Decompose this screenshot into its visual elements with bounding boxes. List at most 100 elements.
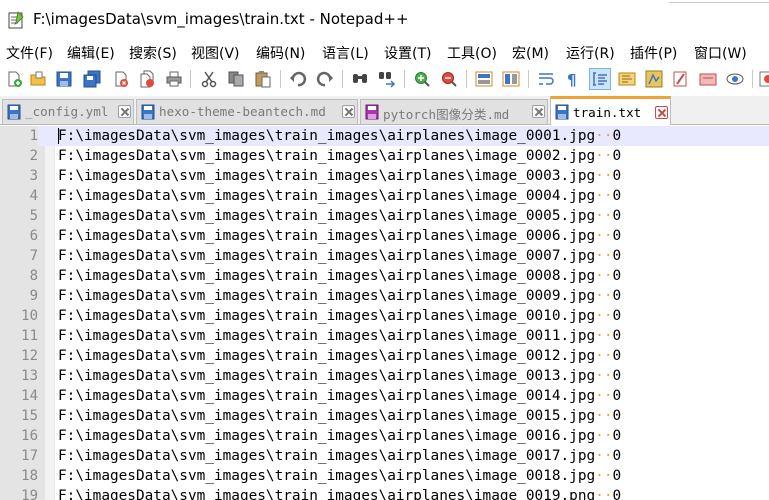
toolbar-separator (752, 70, 753, 88)
paste-icon[interactable] (252, 68, 274, 90)
editor-line[interactable]: 16 F:\imagesData\svm_images\train_images\… (0, 426, 769, 446)
line-text[interactable]: F:\imagesData\svm_images\train_images\ai… (58, 246, 621, 266)
line-text[interactable]: F:\imagesData\svm_images\train_images\ai… (58, 266, 621, 286)
show-all-chars-icon[interactable]: ¶ (562, 68, 584, 90)
editor-line[interactable]: 11 F:\imagesData\svm_images\train_images\… (0, 326, 769, 346)
saved-file-icon (7, 104, 21, 120)
menu-language[interactable]: 语言(L) (322, 43, 369, 63)
menu-run[interactable]: 运行(R) (566, 43, 615, 63)
line-text[interactable]: F:\imagesData\svm_images\train_images\ai… (58, 166, 621, 186)
line-text[interactable]: F:\imagesData\svm_images\train_images\ai… (58, 466, 621, 486)
copy-icon[interactable] (225, 68, 247, 90)
line-text[interactable]: F:\imagesData\svm_images\train_images\ai… (58, 146, 621, 166)
editor-line[interactable]: 15 F:\imagesData\svm_images\train_images\… (0, 406, 769, 426)
close-icon[interactable] (110, 68, 132, 90)
editor-line[interactable]: 4 F:\imagesData\svm_images\train_images\a… (0, 186, 769, 206)
menu-encoding[interactable]: 编码(N) (256, 43, 305, 63)
line-text[interactable]: F:\imagesData\svm_images\train_images\ai… (58, 426, 621, 446)
line-text[interactable]: F:\imagesData\svm_images\train_images\ai… (58, 366, 621, 386)
zoom-in-icon[interactable] (411, 68, 433, 90)
editor-line[interactable]: 3 F:\imagesData\svm_images\train_images\a… (0, 166, 769, 186)
menu-view[interactable]: 视图(V) (191, 43, 240, 63)
tab-hexo-theme-beantech[interactable]: hexo-theme-beantech.md (136, 99, 358, 124)
line-text[interactable]: F:\imagesData\svm_images\train_images\ai… (58, 486, 621, 500)
line-text[interactable]: F:\imagesData\svm_images\train_images\ai… (58, 186, 621, 206)
menu-bar: 文件(F) 编辑(E) 搜索(S) 视图(V) 编码(N) 语言(L) 设置(T… (0, 40, 769, 64)
editor-line[interactable]: 13 F:\imagesData\svm_images\train_images\… (0, 366, 769, 386)
menu-file[interactable]: 文件(F) (6, 43, 53, 63)
line-text[interactable]: F:\imagesData\svm_images\train_images\ai… (58, 446, 621, 466)
line-text[interactable]: F:\imagesData\svm_images\train_images\ai… (58, 406, 621, 426)
class-label: 0 (612, 228, 622, 244)
image-path: F:\imagesData\svm_images\train_images\ai… (58, 148, 596, 164)
image-path: F:\imagesData\svm_images\train_images\ai… (58, 168, 596, 184)
menu-macro[interactable]: 宏(M) (512, 43, 549, 63)
line-number: 7 (0, 246, 38, 266)
tab-close-button[interactable] (342, 105, 355, 118)
cut-icon[interactable] (198, 68, 220, 90)
word-wrap-icon[interactable] (535, 68, 557, 90)
line-text[interactable]: F:\imagesData\svm_images\train_images\ai… (58, 226, 621, 246)
monitoring-icon[interactable] (697, 68, 719, 90)
close-all-icon[interactable] (136, 68, 158, 90)
line-text[interactable]: F:\imagesData\svm_images\train_images\ai… (58, 126, 621, 146)
line-text[interactable]: F:\imagesData\svm_images\train_images\ai… (58, 306, 621, 326)
editor-line[interactable]: 6 F:\imagesData\svm_images\train_images\a… (0, 226, 769, 246)
folder-workspace-icon[interactable] (670, 68, 692, 90)
line-text[interactable]: F:\imagesData\svm_images\train_images\ai… (58, 206, 621, 226)
tab-train-txt[interactable]: train.txt (550, 96, 671, 125)
editor-line[interactable]: 9 F:\imagesData\svm_images\train_images\a… (0, 286, 769, 306)
line-text[interactable]: F:\imagesData\svm_images\train_images\ai… (58, 286, 621, 306)
replace-icon[interactable] (376, 68, 398, 90)
editor-line[interactable]: 14 F:\imagesData\svm_images\train_images\… (0, 386, 769, 406)
redo-icon[interactable] (314, 68, 336, 90)
whitespace-marker: ·· (595, 208, 613, 224)
eye-icon[interactable] (724, 68, 746, 90)
print-icon[interactable] (163, 68, 185, 90)
sync-horizontal-icon[interactable] (500, 68, 522, 90)
find-icon[interactable] (349, 68, 371, 90)
new-file-icon[interactable] (3, 68, 25, 90)
class-label: 0 (612, 488, 622, 500)
indent-guide-icon[interactable] (589, 68, 611, 90)
line-number: 10 (0, 306, 38, 326)
tab-pytorch-image-classification[interactable]: pytorch图像分类.md (360, 99, 548, 124)
line-text[interactable]: F:\imagesData\svm_images\train_images\ai… (58, 346, 621, 366)
menu-settings[interactable]: 设置(T) (384, 43, 431, 63)
editor-area[interactable]: 1 F:\imagesData\svm_images\train_images\a… (0, 126, 769, 500)
menu-tools[interactable]: 工具(O) (447, 43, 497, 63)
editor-line[interactable]: 8 F:\imagesData\svm_images\train_images\a… (0, 266, 769, 286)
save-icon[interactable] (53, 68, 75, 90)
tab-close-button[interactable] (655, 106, 668, 119)
menu-search[interactable]: 搜索(S) (129, 43, 177, 63)
editor-line[interactable]: 10 F:\imagesData\svm_images\train_images\… (0, 306, 769, 326)
zoom-out-icon[interactable] (438, 68, 460, 90)
editor-line[interactable]: 18 F:\imagesData\svm_images\train_images\… (0, 466, 769, 486)
function-list-icon[interactable] (643, 68, 665, 90)
tab-config-yml[interactable]: _config.yml (2, 99, 134, 124)
title-bar[interactable]: F:\imagesData\svm_images\train.txt - Not… (0, 0, 769, 40)
editor-line[interactable]: 17 F:\imagesData\svm_images\train_images\… (0, 446, 769, 466)
class-label: 0 (612, 148, 622, 164)
tab-close-button[interactable] (118, 105, 131, 118)
editor-line[interactable]: 5 F:\imagesData\svm_images\train_images\a… (0, 206, 769, 226)
editor-line[interactable]: 19 F:\imagesData\svm_images\train_images\… (0, 486, 769, 500)
save-all-icon[interactable] (81, 68, 103, 90)
editor-line[interactable]: 12 F:\imagesData\svm_images\train_images\… (0, 346, 769, 366)
record-macro-icon[interactable] (757, 68, 769, 90)
undo-icon[interactable] (287, 68, 309, 90)
sync-vertical-icon[interactable] (473, 68, 495, 90)
open-file-icon[interactable] (27, 68, 49, 90)
tab-close-button[interactable] (532, 105, 545, 118)
editor-line[interactable]: 7 F:\imagesData\svm_images\train_images\a… (0, 246, 769, 266)
menu-edit[interactable]: 编辑(E) (67, 43, 115, 63)
menu-plugins[interactable]: 插件(P) (630, 43, 677, 63)
line-number: 14 (0, 386, 38, 406)
doc-map-icon[interactable] (616, 68, 638, 90)
line-text[interactable]: F:\imagesData\svm_images\train_images\ai… (58, 326, 621, 346)
menu-window[interactable]: 窗口(W) (694, 43, 747, 63)
editor-line[interactable]: 1 F:\imagesData\svm_images\train_images\a… (0, 126, 769, 146)
editor-line[interactable]: 2 F:\imagesData\svm_images\train_images\a… (0, 146, 769, 166)
whitespace-marker: ·· (595, 128, 613, 144)
line-text[interactable]: F:\imagesData\svm_images\train_images\ai… (58, 386, 621, 406)
